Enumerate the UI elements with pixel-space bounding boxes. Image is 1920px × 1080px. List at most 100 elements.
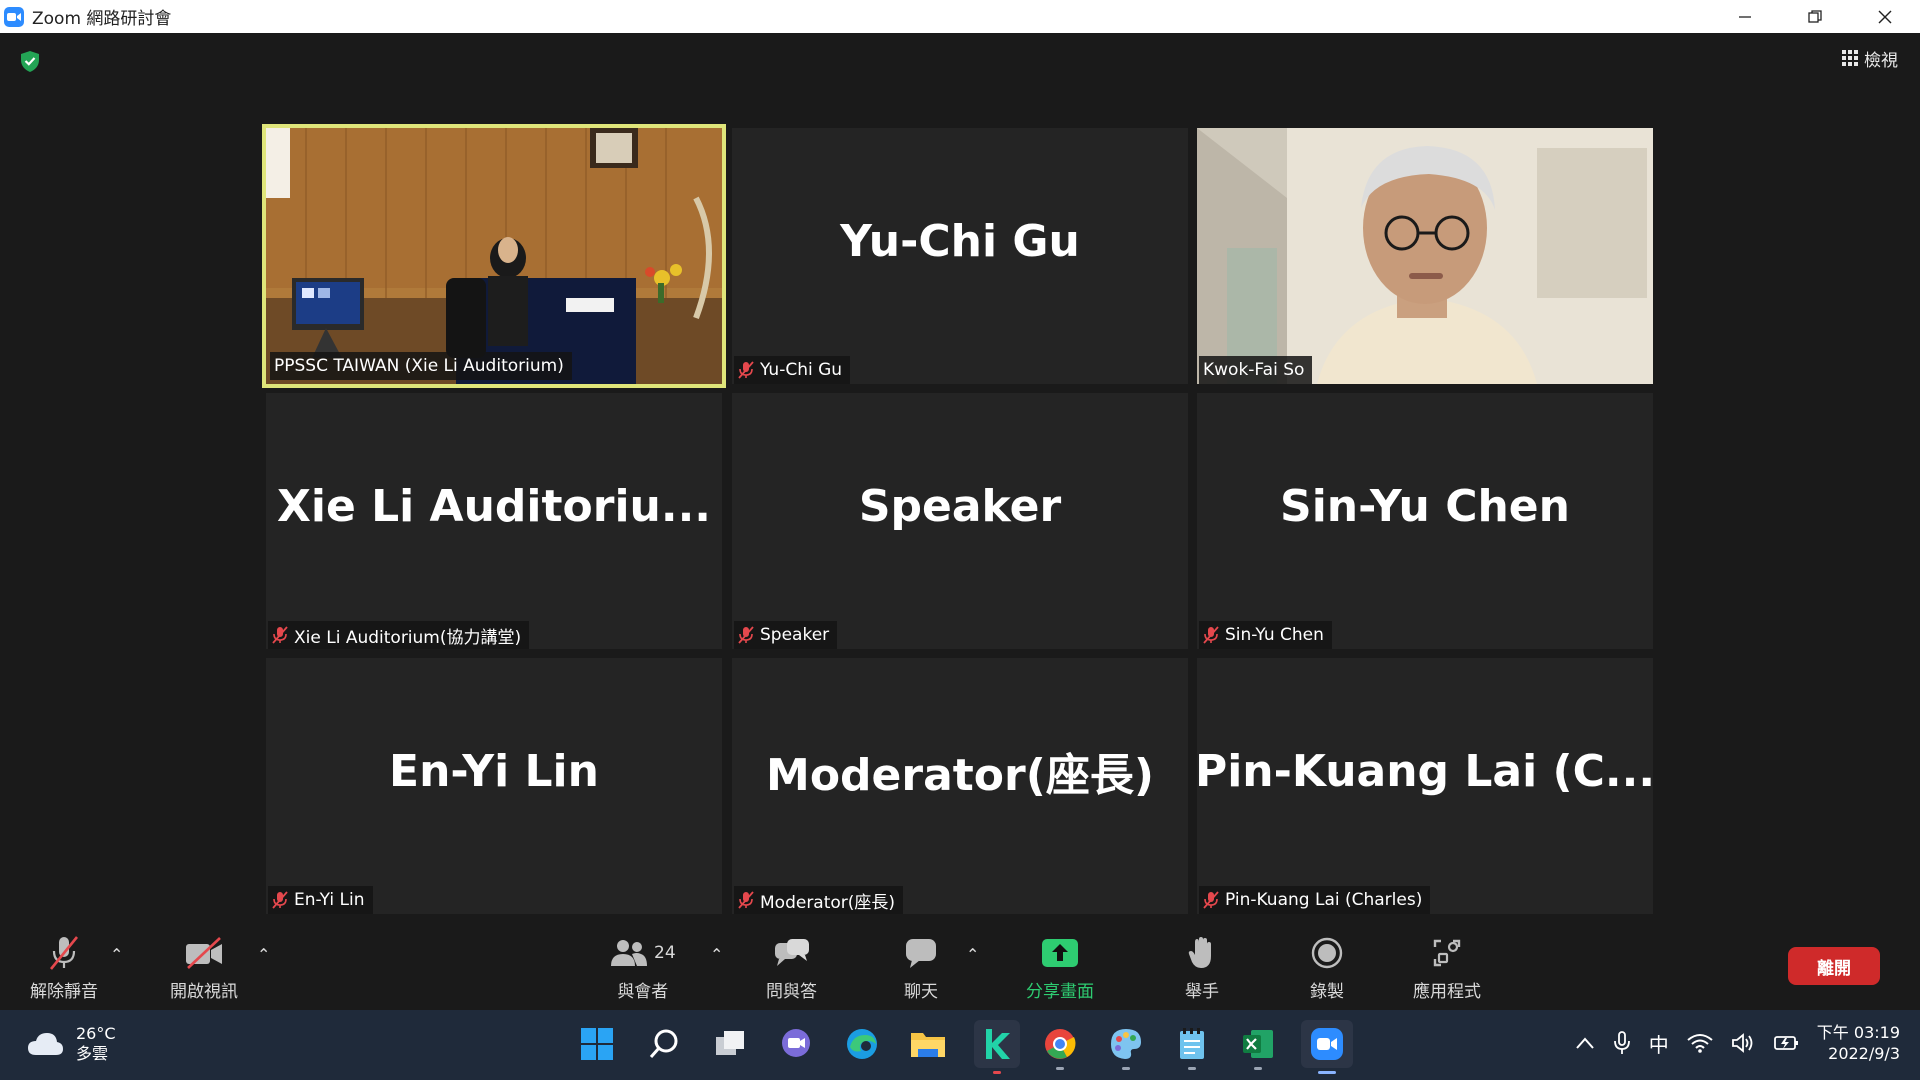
kwok-fai-so-video-feed: [1197, 128, 1653, 384]
search-icon: [649, 1029, 678, 1058]
title-bar: Zoom 網路研討會: [0, 0, 1920, 33]
video-tile-en-yi-lin[interactable]: En-Yi Lin En-Yi Lin: [266, 658, 722, 914]
participant-label: PPSSC TAIWAN (Xie Li Auditorium): [270, 352, 572, 380]
meeting-stage: 檢視 PPSSC TAIWAN (Xie Li Auditorium) Yu-C…: [0, 33, 1920, 925]
close-button[interactable]: [1850, 0, 1920, 33]
cloud-icon: [28, 1033, 63, 1055]
system-clock[interactable]: 下午 03:19 2022/9/3: [1817, 1022, 1900, 1064]
participants-icon: [611, 940, 647, 966]
clock-time: 下午 03:19: [1816, 1023, 1900, 1042]
participant-label: Moderator(座長): [734, 886, 904, 914]
record-button[interactable]: 錄製: [1310, 935, 1344, 1002]
participant-label: En-Yi Lin: [268, 886, 373, 914]
taskbar-kami-app[interactable]: [974, 1020, 1020, 1074]
video-off-icon: [186, 937, 222, 969]
share-screen-icon: [1042, 939, 1078, 967]
edge-browser-icon: [847, 1029, 877, 1059]
raise-hand-button[interactable]: 舉手: [1185, 935, 1219, 1002]
video-tile-xie-li-auditorium[interactable]: Xie Li Auditoriu... Xie Li Auditorium(協力…: [266, 393, 722, 649]
view-label: 檢視: [1864, 50, 1898, 71]
participant-label: Xie Li Auditorium(協力講堂): [268, 621, 530, 649]
muted-mic-icon: [272, 626, 288, 644]
apps-icon: [1433, 939, 1461, 967]
audio-options-caret[interactable]: ⌃: [110, 945, 123, 964]
participants-options-caret[interactable]: ⌃: [710, 945, 723, 964]
excel-icon: [1243, 1030, 1273, 1058]
restore-button[interactable]: [1780, 0, 1850, 33]
weather-temperature: 26°C: [76, 1024, 116, 1043]
qa-bubbles-icon: [774, 939, 809, 966]
qa-button[interactable]: 問與答: [766, 935, 817, 1002]
zoom-app-icon: [4, 6, 24, 27]
taskbar-search[interactable]: [644, 1024, 684, 1064]
paint-palette-icon: [1111, 1029, 1141, 1059]
participant-label: Yu-Chi Gu: [734, 356, 851, 384]
notepad-icon: [1180, 1028, 1204, 1059]
taskbar-paint[interactable]: [1106, 1024, 1146, 1070]
view-button[interactable]: 檢視: [1842, 45, 1898, 71]
taskbar-excel[interactable]: [1238, 1024, 1278, 1070]
windows-taskbar: 26°C 多雲 中 下午 03:19 2022/9/3: [0, 1010, 1920, 1080]
chat-bubble-icon: [906, 939, 936, 968]
security-shield-icon[interactable]: [18, 49, 42, 73]
participant-display-name: Yu-Chi Gu: [840, 215, 1080, 267]
minimize-button[interactable]: [1710, 0, 1780, 33]
apps-button[interactable]: 應用程式: [1413, 935, 1481, 1002]
volume-icon[interactable]: [1731, 1033, 1755, 1053]
muted-mic-icon: [738, 361, 754, 379]
taskbar-file-explorer[interactable]: [908, 1024, 948, 1064]
participant-display-name: Speaker: [858, 480, 1062, 532]
meeting-toolbar: 解除靜音 ⌃ 開啟視訊 ⌃ 24 與會者 ⌃ 問與答 聊天 ⌃ 分享畫面 舉手 …: [0, 925, 1920, 1010]
k-app-icon: [986, 1029, 1010, 1059]
battery-charging-icon[interactable]: [1773, 1033, 1799, 1053]
task-view-icon: [716, 1031, 744, 1055]
venue-video-feed: [266, 128, 722, 384]
muted-mic-icon: [272, 891, 288, 909]
participant-display-name: Sin-Yu Chen: [1280, 480, 1570, 532]
video-tile-yu-chi-gu[interactable]: Yu-Chi Gu Yu-Chi Gu: [732, 128, 1188, 384]
video-tile-pin-kuang-lai[interactable]: Pin-Kuang Lai (C... Pin-Kuang Lai (Charl…: [1197, 658, 1653, 914]
unmute-button[interactable]: 解除靜音: [30, 935, 98, 1002]
taskbar-notepad[interactable]: [1172, 1024, 1212, 1070]
wifi-icon[interactable]: [1687, 1033, 1713, 1053]
video-options-caret[interactable]: ⌃: [257, 945, 270, 964]
taskbar-edge[interactable]: [842, 1024, 882, 1064]
grid-icon: [1842, 50, 1858, 66]
video-tile-venue[interactable]: PPSSC TAIWAN (Xie Li Auditorium): [262, 124, 726, 388]
zoom-icon: [1311, 1028, 1343, 1060]
participants-button[interactable]: 24 與會者: [610, 935, 676, 1002]
video-tile-speaker[interactable]: Speaker Speaker: [732, 393, 1188, 649]
input-method-indicator[interactable]: 中: [1649, 1029, 1669, 1058]
record-icon: [1311, 937, 1343, 969]
chevron-up-icon[interactable]: [1575, 1036, 1595, 1050]
video-tile-moderator[interactable]: Moderator(座長) Moderator(座長): [732, 658, 1188, 914]
folder-icon: [911, 1033, 945, 1057]
taskbar-chrome[interactable]: [1040, 1024, 1080, 1070]
participants-count: 24: [654, 943, 676, 963]
teams-chat-icon: [782, 1029, 810, 1057]
microphone-icon[interactable]: [1613, 1031, 1631, 1055]
share-screen-button[interactable]: 分享畫面: [1026, 935, 1094, 1002]
muted-mic-icon: [1203, 891, 1219, 909]
clock-date: 2022/9/3: [1828, 1044, 1900, 1063]
start-video-button[interactable]: 開啟視訊: [170, 935, 238, 1002]
muted-mic-icon: [1203, 626, 1219, 644]
weather-widget[interactable]: 26°C 多雲: [26, 1024, 116, 1064]
participant-display-name: Pin-Kuang Lai (C...: [1197, 745, 1653, 797]
muted-mic-icon: [738, 891, 754, 909]
chat-options-caret[interactable]: ⌃: [966, 945, 979, 964]
taskbar-zoom[interactable]: [1301, 1020, 1353, 1074]
leave-button[interactable]: 離開: [1788, 947, 1880, 985]
video-tile-sin-yu-chen[interactable]: Sin-Yu Chen Sin-Yu Chen: [1197, 393, 1653, 649]
chat-button[interactable]: 聊天: [904, 935, 938, 1002]
participant-label: Speaker: [734, 621, 838, 649]
task-view-button[interactable]: [710, 1024, 750, 1064]
start-button[interactable]: [577, 1024, 617, 1064]
participant-display-name: Xie Li Auditoriu...: [276, 480, 712, 532]
participant-label: Pin-Kuang Lai (Charles): [1199, 886, 1431, 914]
chrome-browser-icon: [1045, 1029, 1076, 1059]
participant-label: Kwok-Fai So: [1199, 356, 1313, 384]
muted-mic-icon: [738, 626, 754, 644]
taskbar-teams-chat[interactable]: [776, 1024, 816, 1064]
video-tile-kwok-fai-so[interactable]: Kwok-Fai So: [1197, 128, 1653, 384]
